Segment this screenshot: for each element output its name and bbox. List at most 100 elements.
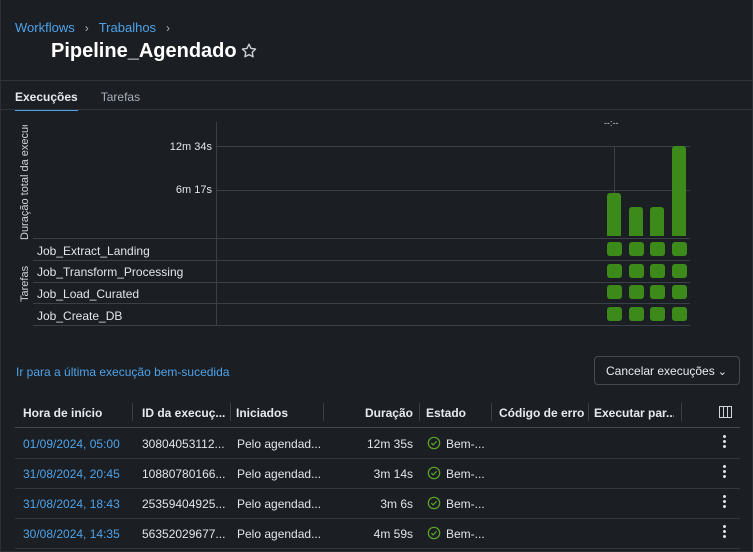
task-run-status-cell[interactable] <box>607 307 622 321</box>
task-run-status-cell[interactable] <box>650 285 665 299</box>
check-circle-icon <box>427 436 441 450</box>
run-duration-bar[interactable] <box>650 206 664 236</box>
kebab-menu-icon[interactable] <box>721 465 727 481</box>
task-run-status-cell[interactable] <box>650 307 665 321</box>
task-row-divider <box>33 303 690 304</box>
chart-axis-line <box>216 122 217 326</box>
check-circle-icon <box>427 466 441 480</box>
task-label: Job_Load_Curated <box>37 287 140 301</box>
chart-top-marker: --:-- <box>604 118 619 128</box>
gridline <box>217 190 690 191</box>
cancel-runs-label: Cancelar execuções <box>606 363 715 378</box>
kebab-menu-icon[interactable] <box>721 525 727 541</box>
gridline <box>614 146 615 198</box>
task-run-status-cell[interactable] <box>607 285 622 299</box>
page-title: Pipeline_Agendado <box>51 40 237 62</box>
run-started-by: Pelo agendad... <box>237 467 322 481</box>
cancel-runs-button[interactable]: Cancelar execuções ⌄ <box>594 356 740 385</box>
run-id: 10880780166... <box>142 467 226 481</box>
run-state: Bem-... <box>446 467 485 481</box>
col-header-duration[interactable]: Duração <box>355 406 413 420</box>
task-row-divider <box>33 260 690 261</box>
divider <box>0 109 753 110</box>
task-run-status-cell[interactable] <box>672 264 687 278</box>
table-row[interactable]: 30/08/2024, 14:35 56352029677... Pelo agen… <box>15 519 740 549</box>
task-run-status-cell[interactable] <box>650 242 665 256</box>
column-resizer[interactable] <box>681 403 682 421</box>
run-state: Bem-... <box>446 527 485 541</box>
run-duration: 3m 14s <box>373 467 413 481</box>
star-outline-icon[interactable] <box>240 42 258 60</box>
task-run-status-cell[interactable] <box>672 307 687 321</box>
chevron-down-icon: ⌄ <box>717 366 727 378</box>
breadcrumb: Workflows › Trabalhos › <box>15 20 180 35</box>
col-header-start[interactable]: Hora de início <box>23 406 123 420</box>
run-state: Bem-... <box>446 497 485 511</box>
table-header: Hora de início ID da execuç... Iniciados… <box>15 398 740 428</box>
task-row-divider <box>33 325 690 326</box>
run-start-time-link[interactable]: 31/08/2024, 20:45 <box>23 467 128 481</box>
column-resizer[interactable] <box>588 403 589 421</box>
run-start-time-link[interactable]: 31/08/2024, 18:43 <box>23 497 128 511</box>
col-header-error-code[interactable]: Código de erro <box>499 406 589 420</box>
tab-tarefas[interactable]: Tarefas <box>101 90 140 111</box>
chart-tick-label: 6m 17s <box>175 184 212 196</box>
col-header-run-params[interactable]: Executar par... <box>594 406 674 420</box>
run-id: 56352029677... <box>142 527 226 541</box>
run-duration-bar[interactable] <box>672 145 686 236</box>
task-label: Job_Create_DB <box>37 309 123 323</box>
tab-execucoes[interactable]: Execuções <box>15 90 78 111</box>
chart-y-axis-title: Duração total da execução <box>19 125 31 240</box>
task-run-status-cell[interactable] <box>629 285 644 299</box>
run-id: 25359404925... <box>142 497 226 511</box>
check-circle-icon <box>427 526 441 540</box>
columns-icon[interactable] <box>719 406 732 418</box>
task-run-status-cell[interactable] <box>629 242 644 256</box>
kebab-menu-icon[interactable] <box>721 435 727 451</box>
run-started-by: Pelo agendad... <box>237 527 322 541</box>
task-row-divider <box>33 282 690 283</box>
run-start-time-link[interactable]: 01/09/2024, 05:00 <box>23 437 128 451</box>
task-run-status-cell[interactable] <box>672 285 687 299</box>
run-duration: 12m 35s <box>366 437 413 451</box>
run-started-by: Pelo agendad... <box>237 497 322 511</box>
table-row[interactable]: 31/08/2024, 18:43 25359404925... Pelo agen… <box>15 489 740 519</box>
kebab-menu-icon[interactable] <box>721 495 727 511</box>
task-label: Job_Extract_Landing <box>37 244 150 258</box>
col-header-started-by[interactable]: Iniciados <box>236 406 326 420</box>
column-resizer[interactable] <box>491 403 492 421</box>
chevron-right-icon: › <box>84 20 89 35</box>
table-row[interactable]: 31/08/2024, 20:45 10880780166... Pelo agen… <box>15 459 740 489</box>
breadcrumb-trabalhos[interactable]: Trabalhos <box>99 20 156 35</box>
task-run-status-cell[interactable] <box>629 264 644 278</box>
task-run-status-cell[interactable] <box>629 307 644 321</box>
column-resizer[interactable] <box>323 403 324 421</box>
run-started-by: Pelo agendad... <box>237 437 322 451</box>
table-row[interactable]: 01/09/2024, 05:00 30804053112... Pelo agen… <box>15 429 740 459</box>
run-duration: 4m 59s <box>373 527 413 541</box>
go-to-last-success-link[interactable]: Ir para a última execução bem-sucedida <box>16 365 229 379</box>
task-run-status-cell[interactable] <box>650 264 665 278</box>
breadcrumb-workflows[interactable]: Workflows <box>15 20 75 35</box>
gridline <box>217 146 690 147</box>
chart-tick-label: 12m 34s <box>169 141 212 153</box>
run-id: 30804053112... <box>142 437 225 451</box>
col-header-state[interactable]: Estado <box>426 406 486 420</box>
column-resizer[interactable] <box>132 403 133 421</box>
task-label: Job_Transform_Processing <box>37 265 184 279</box>
chevron-right-icon: › <box>166 20 171 35</box>
run-duration-bar[interactable] <box>629 206 643 236</box>
column-resizer[interactable] <box>230 403 231 421</box>
check-circle-icon <box>427 496 441 510</box>
column-resizer[interactable] <box>419 403 420 421</box>
task-run-status-cell[interactable] <box>607 264 622 278</box>
chart-tasks-axis-title: Tarefas <box>19 265 31 302</box>
task-run-status-cell[interactable] <box>672 242 687 256</box>
run-start-time-link[interactable]: 30/08/2024, 14:35 <box>23 527 128 541</box>
task-run-status-cell[interactable] <box>607 242 622 256</box>
run-duration-bar[interactable] <box>607 193 621 236</box>
col-header-id[interactable]: ID da execuç... <box>142 406 227 420</box>
run-state: Bem-... <box>446 437 485 451</box>
run-duration: 3m 6s <box>380 497 413 511</box>
divider <box>0 80 753 81</box>
